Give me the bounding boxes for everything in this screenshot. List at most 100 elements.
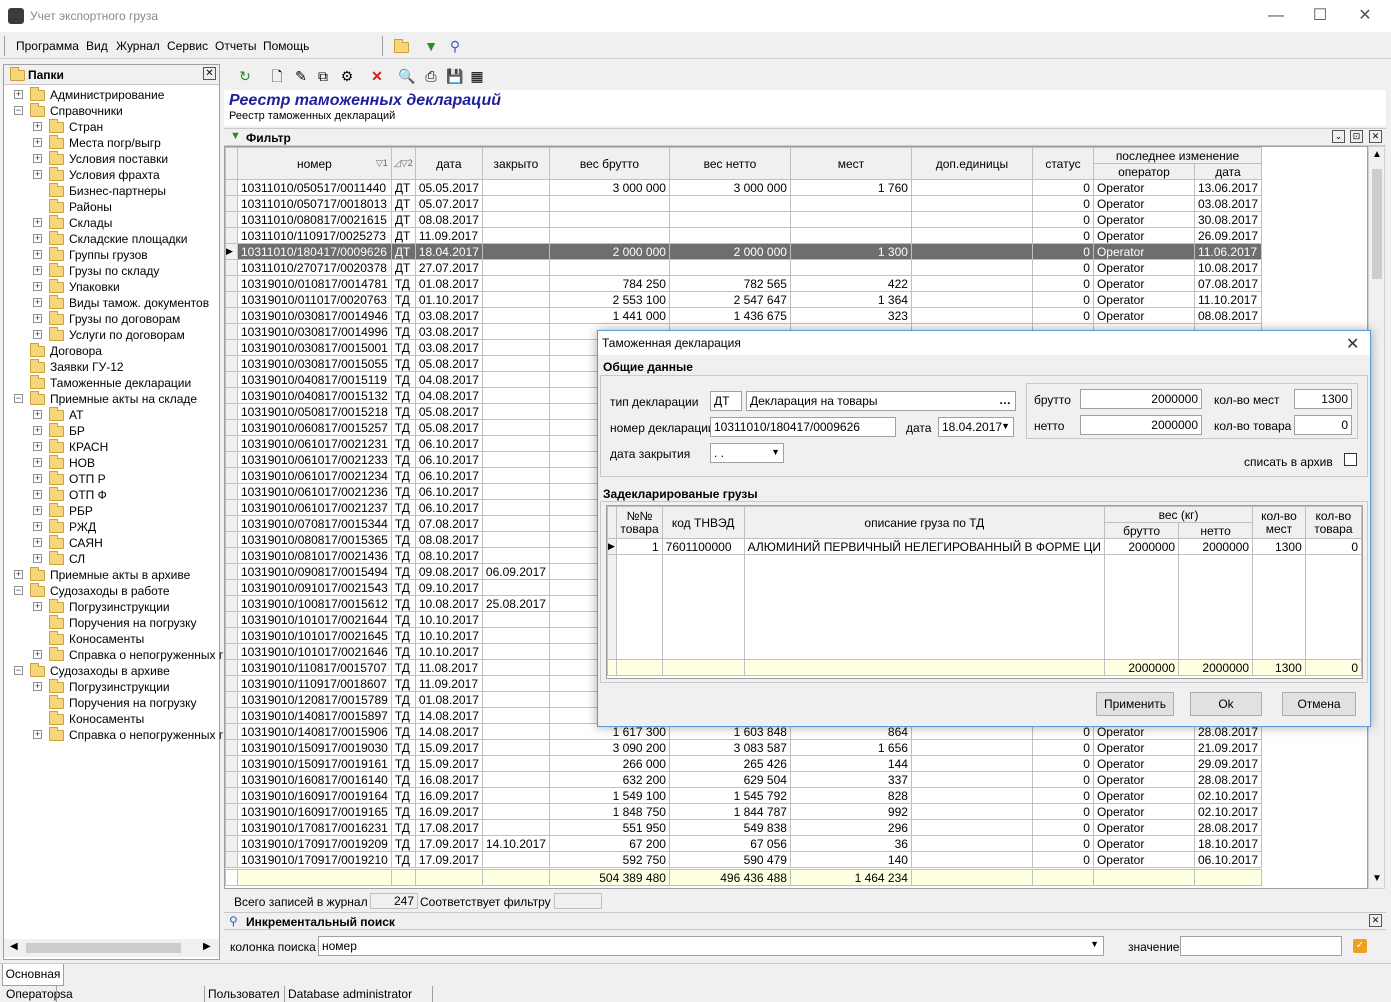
expand-icon[interactable]: + bbox=[33, 538, 42, 547]
print-icon[interactable]: ⎙ bbox=[420, 65, 442, 87]
table-row[interactable]: 10319010/170817/0016231 ТД 17.08.2017 551 9… bbox=[225, 819, 1263, 836]
search-value-input[interactable] bbox=[1180, 936, 1342, 956]
goods-header-qty[interactable]: кол-во товара bbox=[1304, 506, 1362, 539]
tree-item[interactable]: + БР bbox=[4, 423, 219, 439]
table-row[interactable]: 10311010/050517/0011440 ДТ 05.05.2017 3 000… bbox=[225, 179, 1263, 196]
column-header-gross[interactable]: вес брутто bbox=[548, 147, 670, 180]
export-icon[interactable]: ▦ bbox=[466, 65, 488, 87]
tree-item[interactable]: + Администрирование bbox=[4, 87, 219, 103]
expand-icon[interactable]: + bbox=[14, 570, 23, 579]
tree-item[interactable]: + АТ bbox=[4, 407, 219, 423]
expand-icon[interactable]: + bbox=[33, 522, 42, 531]
expand-icon[interactable]: + bbox=[33, 410, 42, 419]
tree-item[interactable]: Бизнес-партнеры bbox=[4, 183, 219, 199]
apply-search-icon[interactable]: ✓ bbox=[1353, 939, 1367, 953]
table-row[interactable]: 10319010/030817/0014946 ТД 03.08.2017 1 441… bbox=[225, 307, 1263, 324]
expand-icon[interactable]: + bbox=[33, 266, 42, 275]
tree-item[interactable]: Договора bbox=[4, 343, 219, 359]
collapse-icon[interactable]: − bbox=[14, 586, 23, 595]
tree-item[interactable]: − Справочники bbox=[4, 103, 219, 119]
table-row[interactable]: 10311010/050717/0018013 ДТ 05.07.2017 0 Oper… bbox=[225, 195, 1263, 212]
pin-icon[interactable]: ⊡ bbox=[1350, 130, 1363, 143]
scroll-thumb[interactable] bbox=[1372, 169, 1382, 279]
tab-main[interactable]: Основная bbox=[2, 964, 64, 986]
goods-header-brutto[interactable]: брутто bbox=[1104, 522, 1180, 539]
table-row[interactable]: 10311010/270717/0020378 ДТ 27.07.2017 0 Oper… bbox=[225, 259, 1263, 276]
table-row[interactable]: 10319010/011017/0020763 ТД 01.10.2017 2 553… bbox=[225, 291, 1263, 308]
table-row[interactable]: 10319010/010817/0014781 ТД 01.08.2017 784 2… bbox=[225, 275, 1263, 292]
expand-icon[interactable]: + bbox=[33, 474, 42, 483]
close-filter-icon[interactable]: ✕ bbox=[1369, 130, 1382, 143]
tree-item[interactable]: + Погрузинструкции bbox=[4, 599, 219, 615]
scroll-up-icon[interactable]: ▲ bbox=[1372, 149, 1382, 160]
expand-icon[interactable]: + bbox=[33, 602, 42, 611]
expand-icon[interactable]: + bbox=[14, 90, 23, 99]
more-icon[interactable]: … bbox=[999, 393, 1011, 407]
expand-icon[interactable]: + bbox=[33, 154, 42, 163]
menu-program[interactable]: Программа bbox=[16, 39, 79, 53]
tree-item[interactable]: + Группы грузов bbox=[4, 247, 219, 263]
expand-icon[interactable]: + bbox=[33, 650, 42, 659]
column-header-status[interactable]: статус bbox=[1031, 147, 1094, 180]
table-row[interactable]: 10319010/160917/0019164 ТД 16.09.2017 1 549… bbox=[225, 787, 1263, 804]
close-search-icon[interactable]: ✕ bbox=[1369, 914, 1382, 927]
column-header-change-date[interactable]: дата bbox=[1193, 163, 1263, 180]
table-row[interactable]: 10311010/110917/0025273 ДТ 11.09.2017 0 Oper… bbox=[225, 227, 1263, 244]
column-header-net[interactable]: вес нетто bbox=[668, 147, 791, 180]
tree-item[interactable]: + Справка о непогруженных гр bbox=[4, 647, 230, 663]
tree-item[interactable]: + Складские площадки bbox=[4, 231, 219, 247]
preview-icon[interactable]: 🔍 bbox=[396, 65, 418, 87]
column-header-type[interactable]: ◿▽2 bbox=[390, 147, 416, 180]
scroll-down-icon[interactable]: ▼ bbox=[1372, 873, 1382, 884]
expand-icon[interactable]: + bbox=[33, 298, 42, 307]
collapse-icon[interactable]: ⌄ bbox=[1332, 130, 1345, 143]
collapse-icon[interactable]: − bbox=[14, 666, 23, 675]
tree-item[interactable]: + КРАСН bbox=[4, 439, 219, 455]
tree-item[interactable]: + НОВ bbox=[4, 455, 219, 471]
ok-button[interactable]: Ok bbox=[1190, 692, 1262, 716]
expand-icon[interactable]: + bbox=[33, 490, 42, 499]
column-header-operator[interactable]: оператор bbox=[1092, 163, 1195, 180]
netto-field[interactable]: 2000000 bbox=[1080, 415, 1202, 435]
column-header-closed[interactable]: закрыто bbox=[481, 147, 550, 180]
expand-icon[interactable]: + bbox=[33, 250, 42, 259]
menu-reports[interactable]: Отчеты bbox=[215, 39, 256, 53]
goods-header-netto[interactable]: нетто bbox=[1178, 522, 1254, 539]
expand-icon[interactable]: + bbox=[33, 218, 42, 227]
expand-icon[interactable]: + bbox=[33, 138, 42, 147]
close-icon[interactable]: ✕ bbox=[1345, 4, 1385, 28]
tree-item[interactable]: Районы bbox=[4, 199, 219, 215]
edit-icon[interactable]: ✎ bbox=[290, 65, 312, 87]
tree-item[interactable]: + Грузы по договорам bbox=[4, 311, 219, 327]
tree-item[interactable]: + Места погр/выгр bbox=[4, 135, 219, 151]
expand-icon[interactable]: + bbox=[33, 330, 42, 339]
goods-row[interactable]: ▶ 1 7601100000 АЛЮМИНИЙ ПЕРВИЧНЫЙ НЕЛЕГИРОВ… bbox=[607, 538, 1362, 555]
tree-item[interactable]: Коносаменты bbox=[4, 631, 219, 647]
tree-item[interactable]: Поручения на погрузку bbox=[4, 695, 219, 711]
horizontal-scrollbar[interactable]: ◀ ▶ bbox=[4, 939, 219, 957]
menu-service[interactable]: Сервис bbox=[167, 39, 208, 53]
goods-qty-field[interactable]: 0 bbox=[1294, 415, 1352, 435]
column-header-extra-units[interactable]: доп.единицы bbox=[910, 147, 1033, 180]
tree-item[interactable]: + ОТП Ф bbox=[4, 487, 219, 503]
refresh-icon[interactable]: ↻ bbox=[234, 65, 256, 87]
tree-item[interactable]: − Судозаходы в работе bbox=[4, 583, 219, 599]
search-column-select[interactable]: номер ▼ bbox=[318, 936, 1104, 956]
tree-item[interactable]: + Справка о непогруженных гр bbox=[4, 727, 230, 743]
tree-item[interactable]: + СЛ bbox=[4, 551, 219, 567]
table-row[interactable]: 10319010/160917/0019165 ТД 16.09.2017 1 848… bbox=[225, 803, 1263, 820]
tree-item[interactable]: + САЯН bbox=[4, 535, 219, 551]
expand-icon[interactable]: + bbox=[33, 122, 42, 131]
type-name-field[interactable]: Декларация на товары … bbox=[746, 391, 1016, 411]
save-icon[interactable]: 💾 bbox=[444, 65, 466, 87]
collapse-icon[interactable]: − bbox=[14, 106, 23, 115]
column-header-places[interactable]: мест bbox=[789, 147, 912, 180]
expand-icon[interactable]: + bbox=[33, 554, 42, 563]
expand-icon[interactable]: + bbox=[33, 682, 42, 691]
dialog-close-icon[interactable]: ✕ bbox=[1346, 334, 1359, 354]
open-folder-icon[interactable] bbox=[390, 35, 412, 57]
delete-icon[interactable]: ✕ bbox=[366, 65, 388, 87]
tree-item[interactable]: + ОТП Р bbox=[4, 471, 219, 487]
filter-bar[interactable]: ▼ Фильтр ⌄ ⊡ ✕ bbox=[224, 128, 1386, 146]
search-icon[interactable]: ⚲ bbox=[444, 35, 466, 57]
